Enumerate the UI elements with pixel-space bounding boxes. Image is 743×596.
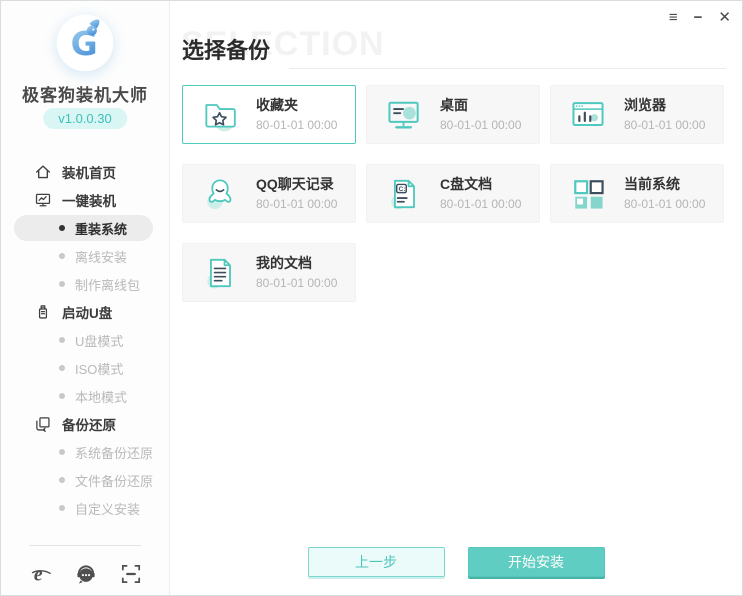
bullet-icon <box>59 225 65 231</box>
window-controls: ≡ − ✕ <box>669 9 731 27</box>
backup-cards-grid: 收藏夹 80-01-01 00:00 桌面 80-01-01 00:00 浏览器 80-0… <box>182 85 724 302</box>
card-label: 浏览器 <box>624 97 705 113</box>
folder-star-icon <box>200 95 240 135</box>
sidebar-item-label: 文件备份还原 <box>75 471 153 490</box>
start-install-button[interactable]: 开始安装 <box>468 547 605 577</box>
backup-card-qq-chat-history[interactable]: QQ聊天记录 80-01-01 00:00 <box>182 164 356 223</box>
sidebar-item-label: 离线安装 <box>75 247 127 266</box>
my-documents-icon <box>200 253 240 293</box>
close-button[interactable]: ✕ <box>718 9 731 27</box>
svg-text:C:: C: <box>399 185 406 192</box>
restore-icon <box>34 415 52 433</box>
card-text: QQ聊天记录 80-01-01 00:00 <box>256 176 337 210</box>
main-panel: ≡ − ✕ SELECTION 选择备份 收藏夹80-01-01 00:00桌面… <box>170 1 742 595</box>
qq-penguin-icon <box>200 174 240 214</box>
card-text: C盘文档 80-01-01 00:00 <box>440 176 521 210</box>
card-text: 我的文档 80-01-01 00:00 <box>256 255 337 289</box>
sidebar-footer: e <box>29 562 143 586</box>
card-label: 桌面 <box>440 97 521 113</box>
backup-card-favorites[interactable]: 收藏夹 80-01-01 00:00 <box>182 85 356 144</box>
sidebar-item-local-mode[interactable]: 本地模式 <box>1 382 169 410</box>
card-text: 桌面 80-01-01 00:00 <box>440 97 521 131</box>
sidebar-item-label: 装机首页 <box>62 162 116 182</box>
sidebar-item-label: 自定义安装 <box>75 499 140 518</box>
card-label: QQ聊天记录 <box>256 176 337 192</box>
card-timestamp: 80-01-01 00:00 <box>440 118 521 132</box>
bullet-icon <box>59 337 65 343</box>
backup-card-browser[interactable]: 浏览器 80-01-01 00:00 <box>550 85 724 144</box>
card-timestamp: 80-01-01 00:00 <box>256 118 337 132</box>
sidebar-item-label: U盘模式 <box>75 331 123 350</box>
sidebar-divider <box>29 545 141 546</box>
sidebar: G 极客狗装机大师 v1.0.0.30 装机首页一键装机重装系统离线安装制作离线… <box>1 1 170 595</box>
card-timestamp: 80-01-01 00:00 <box>624 197 705 211</box>
svg-text:e: e <box>34 565 43 586</box>
usb-icon <box>34 303 52 321</box>
backup-card-c-drive-documents[interactable]: C: C盘文档 80-01-01 00:00 <box>366 164 540 223</box>
bullet-icon <box>59 505 65 511</box>
sidebar-item-offline-install[interactable]: 离线安装 <box>1 242 169 270</box>
support-headset-icon[interactable] <box>74 562 98 586</box>
sidebar-item-iso-mode[interactable]: ISO模式 <box>1 354 169 382</box>
sidebar-item-label: 本地模式 <box>75 387 127 406</box>
scan-qr-icon[interactable] <box>119 562 143 586</box>
bullet-icon <box>59 449 65 455</box>
card-timestamp: 80-01-01 00:00 <box>624 118 705 132</box>
sidebar-item-reinstall-system[interactable]: 重装系统 <box>14 215 153 241</box>
sidebar-item-label: ISO模式 <box>75 359 123 378</box>
page-title: 选择备份 <box>182 33 270 65</box>
sidebar-item-label: 一键装机 <box>62 190 116 210</box>
sidebar-nav: 装机首页一键装机重装系统离线安装制作离线包启动U盘 U盘模式 ISO模式本地模式备份… <box>1 158 169 522</box>
sidebar-item-label: 制作离线包 <box>75 275 140 294</box>
card-label: 当前系统 <box>624 176 705 192</box>
footer-buttons: 上一步 开始安装 <box>170 547 742 577</box>
bullet-icon <box>59 253 65 259</box>
card-text: 浏览器 80-01-01 00:00 <box>624 97 705 131</box>
card-label: 收藏夹 <box>256 97 337 113</box>
card-timestamp: 80-01-01 00:00 <box>440 197 521 211</box>
bullet-icon <box>59 365 65 371</box>
bullet-icon <box>59 477 65 483</box>
sidebar-item-label: 启动U盘 <box>62 302 112 322</box>
home-icon <box>34 163 52 181</box>
sidebar-item-system-backup-restore[interactable]: 系统备份还原 <box>1 438 169 466</box>
sidebar-item-file-backup-restore[interactable]: 文件备份还原 <box>1 466 169 494</box>
sidebar-item-home[interactable]: 装机首页 <box>1 158 169 186</box>
monitor-icon <box>34 191 52 209</box>
sidebar-item-label: 系统备份还原 <box>75 443 153 462</box>
sidebar-item-one-click-install[interactable]: 一键装机 <box>1 186 169 214</box>
ie-browser-icon[interactable]: e <box>29 562 53 586</box>
backup-card-current-system[interactable]: 当前系统 80-01-01 00:00 <box>550 164 724 223</box>
browser-window-icon <box>568 95 608 135</box>
bullet-icon <box>59 393 65 399</box>
card-text: 收藏夹 80-01-01 00:00 <box>256 97 337 131</box>
version-badge: v1.0.0.30 <box>43 108 127 129</box>
app-logo-dog-icon: G <box>53 11 117 75</box>
sidebar-item-label: 重装系统 <box>75 219 127 238</box>
c-drive-doc-icon: C: <box>384 174 424 214</box>
sidebar-item-label: 备份还原 <box>62 414 116 434</box>
bullet-icon <box>59 281 65 287</box>
sidebar-item-make-offline-package[interactable]: 制作离线包 <box>1 270 169 298</box>
backup-card-my-documents[interactable]: 我的文档 80-01-01 00:00 <box>182 243 356 302</box>
sidebar-item-boot-usb[interactable]: 启动U盘 <box>1 298 169 326</box>
sidebar-item-custom-install[interactable]: 自定义安装 <box>1 494 169 522</box>
sidebar-item-backup-restore[interactable]: 备份还原 <box>1 410 169 438</box>
card-label: C盘文档 <box>440 176 521 192</box>
app-name: 极客狗装机大师 <box>1 81 169 106</box>
backup-card-desktop[interactable]: 桌面 80-01-01 00:00 <box>366 85 540 144</box>
card-timestamp: 80-01-01 00:00 <box>256 197 337 211</box>
minimize-button[interactable]: − <box>694 9 703 27</box>
desktop-icon <box>384 95 424 135</box>
card-text: 当前系统 80-01-01 00:00 <box>624 176 705 210</box>
card-timestamp: 80-01-01 00:00 <box>256 276 337 290</box>
prev-step-button[interactable]: 上一步 <box>308 547 445 577</box>
sidebar-item-usb-mode[interactable]: U盘模式 <box>1 326 169 354</box>
card-label: 我的文档 <box>256 255 337 271</box>
title-rule <box>289 68 726 69</box>
menu-button[interactable]: ≡ <box>669 9 678 27</box>
system-grid-icon <box>568 174 608 214</box>
